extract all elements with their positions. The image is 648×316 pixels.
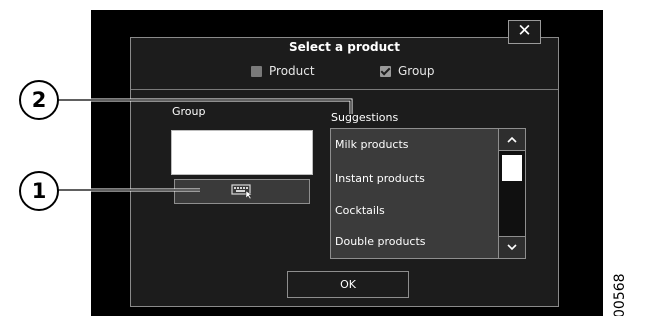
keyboard-button[interactable] xyxy=(174,179,310,204)
dialog-title: Select a product xyxy=(288,40,401,54)
chevron-up-icon xyxy=(507,136,517,143)
scroll-up-button[interactable] xyxy=(499,129,525,151)
chevron-down-icon xyxy=(507,244,517,251)
callout-2: 2 xyxy=(19,80,59,120)
group-checkbox-label: Group xyxy=(398,64,435,78)
suggestions-scrollbar[interactable] xyxy=(498,129,525,258)
divider xyxy=(131,89,558,90)
list-item[interactable]: Milk products xyxy=(335,138,409,151)
ok-button[interactable]: OK xyxy=(287,271,409,298)
keyboard-icon xyxy=(231,184,253,199)
group-label: Group xyxy=(172,105,206,118)
suggestions-list: Milk products Instant products Cocktails… xyxy=(330,128,526,259)
list-item[interactable]: Double products xyxy=(335,235,426,248)
checkbox-unchecked-icon xyxy=(251,65,262,77)
callout-1: 1 xyxy=(19,171,59,211)
group-checkbox[interactable]: Group xyxy=(380,64,435,78)
close-icon: ✕ xyxy=(517,21,532,41)
product-checkbox-label: Product xyxy=(269,64,315,78)
group-input[interactable] xyxy=(171,130,313,175)
figure-id: 00568 xyxy=(612,273,628,316)
scroll-down-button[interactable] xyxy=(499,236,525,258)
list-item[interactable]: Instant products xyxy=(335,172,425,185)
scroll-thumb[interactable] xyxy=(502,155,522,181)
product-checkbox[interactable]: Product xyxy=(251,64,315,78)
suggestions-label: Suggestions xyxy=(331,111,399,124)
checkbox-checked-icon xyxy=(380,65,391,77)
list-item[interactable]: Cocktails xyxy=(335,204,385,217)
